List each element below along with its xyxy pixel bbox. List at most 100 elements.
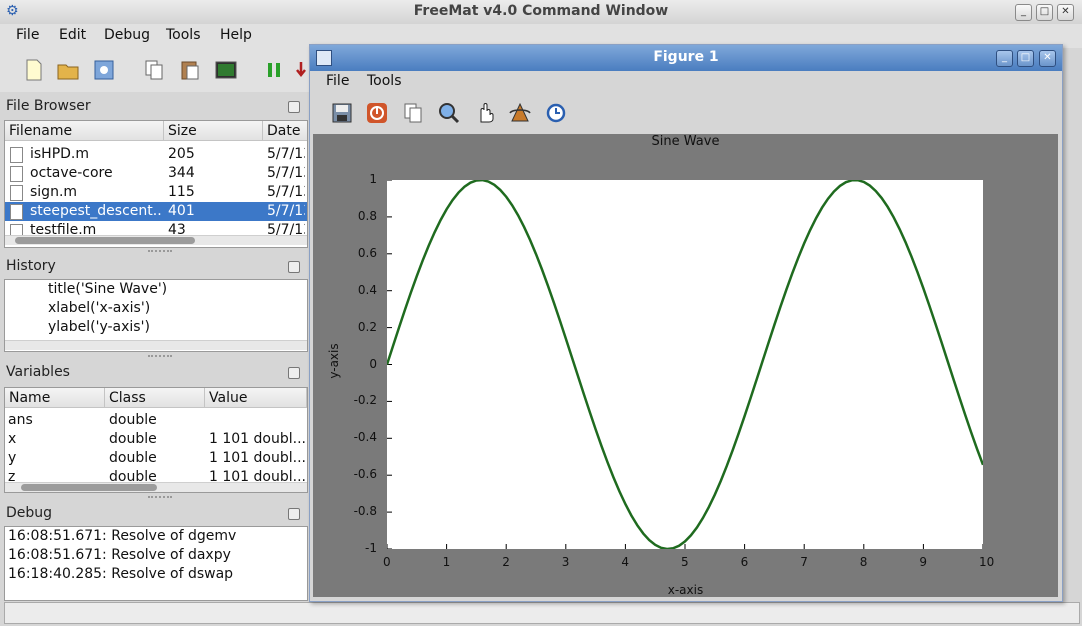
path-tool-icon[interactable]: [92, 58, 116, 82]
plot-canvas[interactable]: Sine Wave 0 1 2 3 4 5 6 7 8 9 10 -1 -0.8 -0.6 -0.4 -0.…: [313, 134, 1058, 597]
horizontal-scrollbar[interactable]: [5, 235, 307, 245]
variable-value: 1 101 doubl...: [209, 450, 305, 466]
copy-icon[interactable]: [142, 58, 166, 82]
column-header-name[interactable]: Name: [5, 388, 105, 408]
horizontal-scrollbar[interactable]: [5, 482, 307, 492]
maximize-icon[interactable]: □: [1017, 50, 1034, 67]
column-header-date[interactable]: Date: [263, 121, 307, 141]
undock-icon[interactable]: [288, 261, 300, 273]
horizontal-scrollbar[interactable]: [5, 340, 307, 350]
x-tick-label: 0: [383, 555, 391, 569]
y-tick-label: 0.8: [357, 208, 377, 223]
menu-debug[interactable]: Debug: [104, 27, 150, 43]
variable-name: y: [8, 450, 17, 466]
debug-line: 16:08:51.671: Resolve of dgemv: [8, 528, 237, 544]
menu-file[interactable]: File: [16, 27, 39, 43]
variable-class: double: [109, 431, 157, 447]
save-icon[interactable]: [330, 101, 354, 125]
close-figure-icon[interactable]: [365, 101, 389, 125]
zoom-icon[interactable]: [437, 101, 461, 125]
splitter-handle[interactable]: [148, 250, 172, 255]
variable-class: double: [109, 450, 157, 466]
terminal-icon[interactable]: [214, 58, 238, 82]
pause-icon[interactable]: [262, 58, 286, 82]
history-list: title('Sine Wave') xlabel('x-axis') ylab…: [4, 279, 308, 352]
new-file-icon[interactable]: [22, 58, 46, 82]
x-tick-label: 4: [621, 555, 630, 569]
reset-view-icon[interactable]: [544, 101, 568, 125]
step-down-icon[interactable]: [294, 58, 308, 82]
x-tick-label: 7: [800, 555, 808, 569]
y-tick-label: -1: [365, 541, 377, 555]
pan-hand-icon[interactable]: [473, 101, 497, 125]
close-icon[interactable]: ✕: [1057, 4, 1074, 21]
x-tick-label: 10: [979, 555, 995, 569]
file-name: sign.m: [30, 184, 78, 200]
file-browser-title: File Browser: [6, 98, 91, 114]
variables-table: Name Class Value ans double x double 1 1…: [4, 387, 308, 493]
paste-icon[interactable]: [178, 58, 202, 82]
column-header-class[interactable]: Class: [105, 388, 205, 408]
file-size: 115: [168, 184, 195, 200]
menu-edit[interactable]: Edit: [59, 27, 86, 43]
variable-class: double: [109, 412, 157, 428]
column-header-value[interactable]: Value: [205, 388, 307, 408]
y-tick-label: 0.2: [357, 319, 377, 334]
rotate-icon[interactable]: [508, 101, 532, 125]
minimize-icon[interactable]: _: [996, 50, 1013, 67]
x-tick-label: 5: [681, 555, 689, 569]
x-tick-label: 8: [859, 555, 868, 569]
chart-title: Sine Wave: [651, 134, 720, 149]
open-folder-icon[interactable]: [56, 58, 80, 82]
y-tick-label: -0.4: [353, 430, 377, 445]
maximize-icon[interactable]: □: [1036, 4, 1053, 21]
y-tick-label: 0: [369, 356, 377, 371]
file-date: 5/7/13: [267, 146, 305, 162]
table-row-selected[interactable]: steepest_descent... 401 5/7/13: [5, 202, 307, 221]
close-icon[interactable]: ✕: [1039, 50, 1056, 67]
splitter-handle[interactable]: [148, 355, 172, 360]
copy-icon[interactable]: [401, 101, 425, 125]
variable-name: x: [8, 431, 17, 447]
series-line-sine: [387, 180, 983, 549]
menu-tools[interactable]: Tools: [166, 27, 201, 43]
column-header-filename[interactable]: Filename: [5, 121, 164, 141]
x-tick-label: 6: [740, 555, 749, 569]
undock-icon[interactable]: [288, 508, 300, 520]
main-titlebar: ⚙ FreeMat v4.0 Command Window _ □ ✕: [0, 0, 1082, 25]
file-browser-table: Filename Size Date isHPD.m 205 5/7/13 oc…: [4, 120, 308, 248]
file-size: 401: [168, 203, 195, 219]
minimize-icon[interactable]: _: [1015, 4, 1032, 21]
undock-icon[interactable]: [288, 101, 300, 113]
debug-log: 16:08:51.671: Resolve of dgemv 16:08:51.…: [4, 526, 308, 601]
scrollbar-thumb[interactable]: [15, 237, 195, 244]
debug-line: 16:18:40.285: Resolve of dswap: [8, 566, 234, 582]
x-axis-label: x-axis: [667, 583, 704, 597]
y-tick-label: -0.6: [353, 467, 377, 482]
main-toolbar: [0, 48, 310, 92]
x-tick-label: 2: [502, 555, 510, 569]
history-item[interactable]: ylabel('y-axis'): [48, 319, 150, 335]
file-size: 344: [168, 165, 195, 181]
menu-help[interactable]: Help: [220, 27, 252, 43]
figure-window: Figure 1 _ □ ✕ File Tools Sine Wave 0 1 2 3…: [309, 44, 1063, 602]
command-input[interactable]: [4, 602, 1080, 624]
history-item[interactable]: xlabel('x-axis'): [48, 300, 150, 316]
sine-plot: [387, 180, 983, 549]
splitter-handle[interactable]: [148, 496, 172, 501]
column-header-size[interactable]: Size: [164, 121, 263, 141]
history-title: History: [6, 258, 56, 274]
file-date: 5/7/13: [267, 165, 305, 181]
undock-icon[interactable]: [288, 367, 300, 379]
y-tick-label: 0.6: [357, 245, 377, 260]
figure-menu-tools[interactable]: Tools: [367, 73, 402, 89]
debug-title: Debug: [6, 505, 53, 521]
figure-title: Figure 1: [653, 49, 719, 65]
file-icon: [10, 185, 23, 201]
y-tick-label: -0.2: [353, 393, 377, 408]
x-tick-label: 3: [561, 555, 570, 569]
history-item[interactable]: title('Sine Wave'): [48, 281, 167, 297]
file-name: isHPD.m: [30, 146, 90, 162]
scrollbar-thumb[interactable]: [21, 484, 157, 491]
figure-menu-file[interactable]: File: [326, 73, 349, 89]
